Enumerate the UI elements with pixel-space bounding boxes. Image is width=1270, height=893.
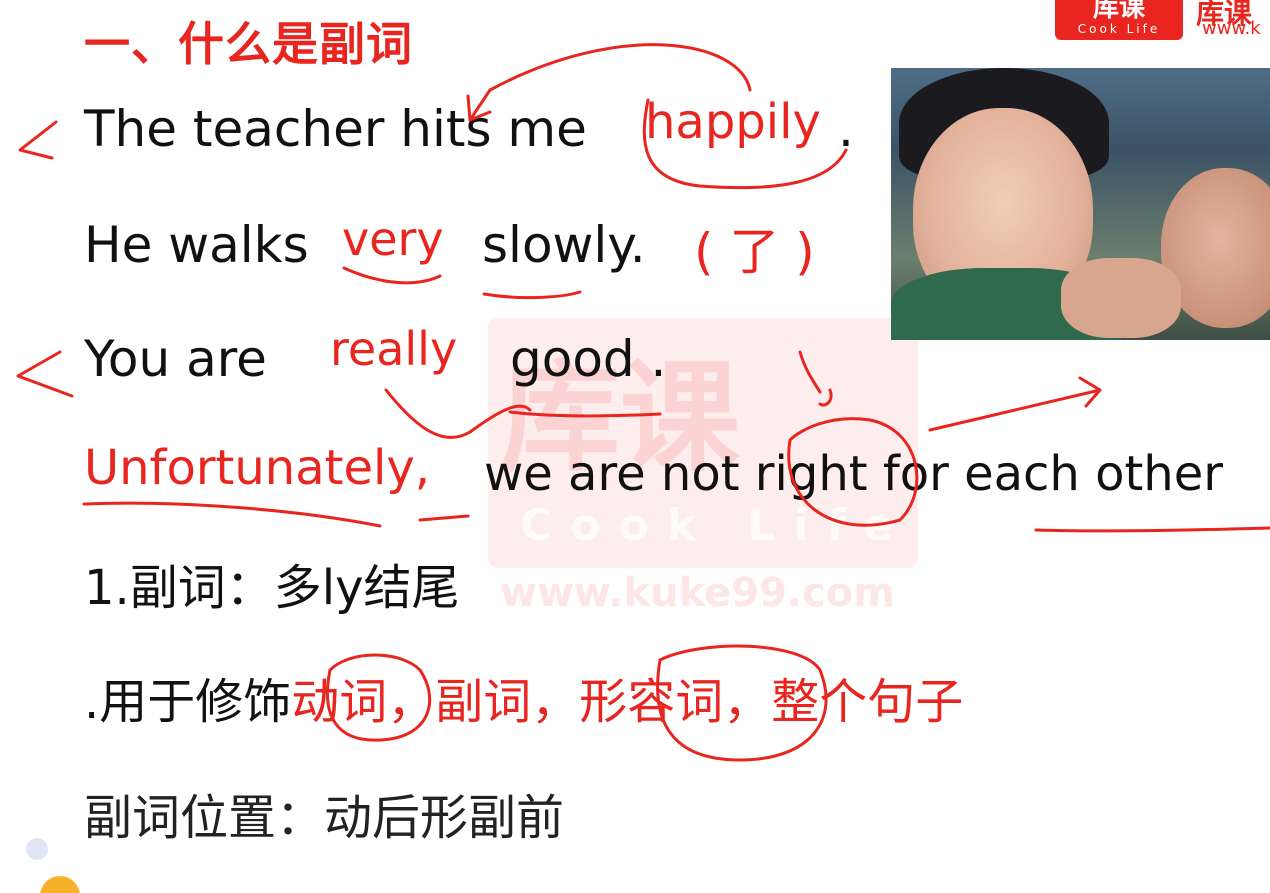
arrow-right <box>928 376 1102 432</box>
underline-slowly <box>482 290 582 300</box>
example-sentence-2-pre: He walks <box>84 216 309 274</box>
example-sentence-3-pre: You are <box>84 330 267 388</box>
photo-hand <box>1061 258 1181 338</box>
underline-unfortunately <box>82 501 382 528</box>
logo-cn: 库课 <box>1092 0 1145 23</box>
annotation-unfortunately: Unfortunately, <box>84 440 430 496</box>
example-sentence-4-post: we are not right for each other <box>484 446 1223 502</box>
tick-mark-2 <box>16 350 74 398</box>
sentence-1-period: . <box>838 100 854 158</box>
annotation-really: really <box>330 322 458 376</box>
tick-mark-1 <box>18 120 58 160</box>
lesson-slide: 库课 Cook Life www.kuke99.com 库课 Cook Life… <box>0 0 1270 893</box>
sentence-1-text: The teacher hits me <box>84 100 587 158</box>
annotation-happily: happily <box>645 94 821 150</box>
point-modifies-targets: 动词，副词，形容词，整个句子 <box>291 674 964 730</box>
logo-en: Cook Life <box>1077 22 1161 36</box>
annotation-le: ( 了 ) <box>694 223 815 281</box>
decor-dot-orange <box>40 876 80 893</box>
point-position: 副词位置：动后形副前 <box>84 790 565 846</box>
point-ly-ending: 1.副词：多ly结尾 <box>84 560 460 616</box>
point-modifies: .用于修饰动词，副词，形容词，整个句子 <box>84 662 963 732</box>
slide-title: 一、什么是副词 <box>84 17 413 71</box>
dash-unfortunately <box>418 514 470 522</box>
watermark-url: www.kuke99.com <box>500 570 895 616</box>
brand-logo: 库课 Cook Life <box>1055 0 1183 40</box>
example-sentence-2-post: slowly. <box>482 216 646 274</box>
example-sentence-3-post: good . <box>510 330 667 388</box>
logo-url: www.k <box>1202 18 1261 39</box>
example-sentence-1: The teacher hits me <box>84 100 587 158</box>
underline-very <box>342 266 442 285</box>
drama-still-image <box>891 68 1270 340</box>
decor-dot-light <box>26 838 48 860</box>
watermark-en: Cook Life <box>520 500 912 551</box>
point-modifies-pre: .用于修饰 <box>84 674 292 730</box>
underline-each-other <box>1034 526 1270 533</box>
annotation-very: very <box>342 212 444 266</box>
